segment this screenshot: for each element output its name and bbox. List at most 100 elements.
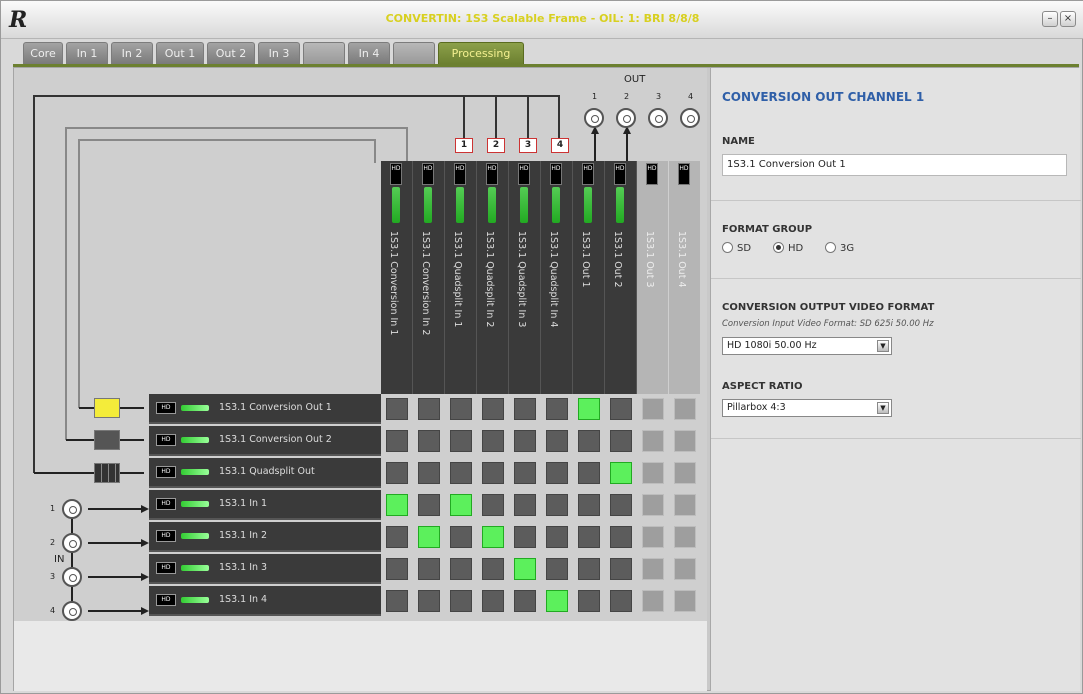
crosspoint[interactable] [514, 430, 536, 452]
crosspoint[interactable] [610, 398, 632, 420]
video-format-select[interactable]: HD 1080i 50.00 Hz ▼ [722, 337, 892, 355]
crosspoint[interactable] [386, 430, 408, 452]
matrix-row: HD 1S3.1 In 4 [149, 586, 381, 616]
main-content: OUT IN 1234 1234 1234 HD 1S3.1 Conversion… [13, 67, 1081, 691]
crosspoint[interactable] [674, 494, 696, 516]
crosspoint[interactable] [578, 558, 600, 580]
crosspoint-active[interactable] [546, 590, 568, 612]
crosspoint[interactable] [514, 398, 536, 420]
crosspoint[interactable] [610, 494, 632, 516]
crosspoint[interactable] [514, 526, 536, 548]
crosspoint[interactable] [450, 430, 472, 452]
crosspoint[interactable] [482, 398, 504, 420]
tab-7[interactable]: In 4 [348, 42, 390, 64]
tab-1[interactable]: In 1 [66, 42, 108, 64]
crosspoint[interactable] [386, 462, 408, 484]
crosspoint[interactable] [546, 462, 568, 484]
quadsplit-input-box[interactable]: 3 [519, 138, 537, 153]
crosspoint[interactable] [546, 430, 568, 452]
crosspoint[interactable] [642, 398, 664, 420]
crosspoint[interactable] [610, 558, 632, 580]
crosspoint[interactable] [674, 430, 696, 452]
conversion-out-2-icon[interactable] [94, 430, 120, 450]
crosspoint[interactable] [482, 462, 504, 484]
quadsplit-input-box[interactable]: 4 [551, 138, 569, 153]
close-button[interactable]: × [1060, 11, 1076, 27]
crosspoint[interactable] [642, 430, 664, 452]
crosspoint[interactable] [386, 558, 408, 580]
crosspoint[interactable] [610, 526, 632, 548]
crosspoint[interactable] [578, 462, 600, 484]
crosspoint[interactable] [386, 398, 408, 420]
column-label: 1S3.1 Out 4 [676, 231, 687, 288]
crosspoint[interactable] [418, 558, 440, 580]
conversion-out-1-icon[interactable] [94, 398, 120, 418]
crosspoint[interactable] [546, 558, 568, 580]
crosspoint[interactable] [610, 430, 632, 452]
crosspoint[interactable] [450, 462, 472, 484]
crosspoint[interactable] [546, 526, 568, 548]
crosspoint[interactable] [674, 590, 696, 612]
crosspoint[interactable] [450, 526, 472, 548]
format-radio-3g[interactable]: 3G [825, 242, 854, 254]
crosspoint-active[interactable] [578, 398, 600, 420]
crosspoint[interactable] [514, 494, 536, 516]
crosspoint[interactable] [578, 590, 600, 612]
crosspoint-active[interactable] [514, 558, 536, 580]
crosspoint[interactable] [642, 558, 664, 580]
crosspoint[interactable] [674, 526, 696, 548]
input-connector-icon [62, 567, 82, 587]
crosspoint[interactable] [546, 398, 568, 420]
crosspoint[interactable] [386, 526, 408, 548]
row-label: 1S3.1 In 2 [219, 530, 268, 541]
aspect-ratio-select[interactable]: Pillarbox 4:3 ▼ [722, 399, 892, 417]
crosspoint[interactable] [482, 590, 504, 612]
format-radio-hd[interactable]: HD [773, 242, 803, 254]
crosspoint-active[interactable] [386, 494, 408, 516]
crosspoint[interactable] [418, 398, 440, 420]
crosspoint[interactable] [578, 494, 600, 516]
crosspoint[interactable] [674, 398, 696, 420]
format-radio-sd[interactable]: SD [722, 242, 751, 254]
crosspoint[interactable] [610, 590, 632, 612]
crosspoint[interactable] [418, 590, 440, 612]
crosspoint[interactable] [386, 590, 408, 612]
crosspoint[interactable] [514, 590, 536, 612]
crosspoint[interactable] [674, 462, 696, 484]
crosspoint[interactable] [642, 526, 664, 548]
quadsplit-icon[interactable] [94, 463, 120, 483]
crosspoint[interactable] [642, 494, 664, 516]
tab-5[interactable]: In 3 [258, 42, 300, 64]
minimize-button[interactable]: – [1042, 11, 1058, 27]
crosspoint[interactable] [642, 462, 664, 484]
crosspoint[interactable] [482, 558, 504, 580]
crosspoint-active[interactable] [482, 526, 504, 548]
crosspoint[interactable] [514, 462, 536, 484]
crosspoint-active[interactable] [610, 462, 632, 484]
crosspoint[interactable] [418, 462, 440, 484]
matrix-row: HD 1S3.1 Conversion Out 1 [149, 394, 381, 424]
name-field[interactable]: 1S3.1 Conversion Out 1 [722, 154, 1067, 176]
crosspoint[interactable] [482, 430, 504, 452]
crosspoint[interactable] [546, 494, 568, 516]
crosspoint[interactable] [418, 494, 440, 516]
quadsplit-input-box[interactable]: 2 [487, 138, 505, 153]
quadsplit-input-box[interactable]: 1 [455, 138, 473, 153]
crosspoint[interactable] [578, 430, 600, 452]
crosspoint-active[interactable] [418, 526, 440, 548]
tab-2[interactable]: In 2 [111, 42, 153, 64]
crosspoint[interactable] [674, 558, 696, 580]
tab-9[interactable]: Processing [438, 42, 524, 64]
crosspoint[interactable] [578, 526, 600, 548]
tab-4[interactable]: Out 2 [207, 42, 255, 64]
crosspoint[interactable] [450, 558, 472, 580]
crosspoint[interactable] [418, 430, 440, 452]
crosspoint[interactable] [642, 590, 664, 612]
crosspoint[interactable] [482, 494, 504, 516]
tab-3[interactable]: Out 1 [156, 42, 204, 64]
tab-0[interactable]: Core [23, 42, 63, 64]
crosspoint[interactable] [450, 398, 472, 420]
crosspoint[interactable] [450, 590, 472, 612]
crosspoint-active[interactable] [450, 494, 472, 516]
select-value: HD 1080i 50.00 Hz [727, 340, 817, 351]
